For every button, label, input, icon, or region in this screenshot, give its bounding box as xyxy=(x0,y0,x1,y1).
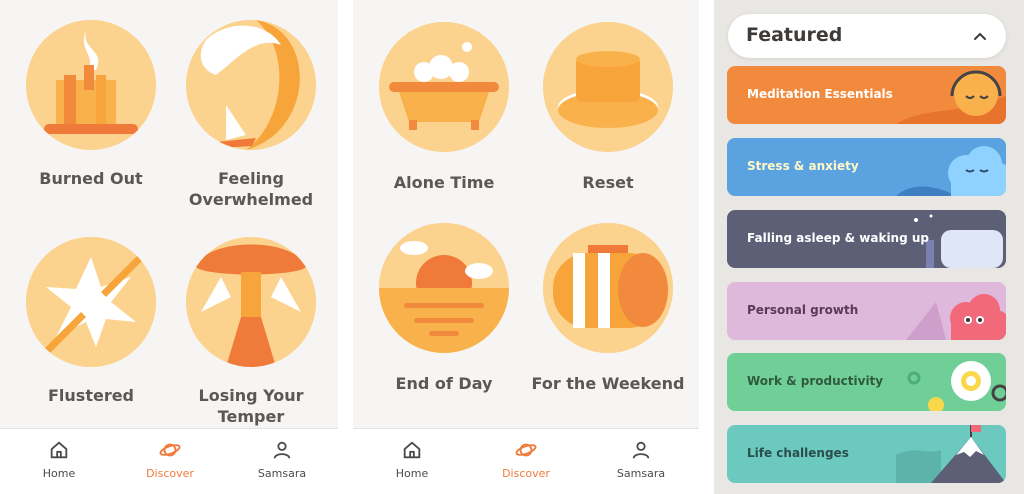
nav-discover[interactable]: Discover xyxy=(481,439,571,480)
nav-profile-label: Samsara xyxy=(257,467,307,480)
category-stress-anxiety[interactable]: Stress & anxiety xyxy=(727,138,1006,196)
featured-title: Featured xyxy=(746,24,843,46)
flustered-illustration xyxy=(26,237,156,367)
tile-label: Reset xyxy=(582,173,634,192)
gear-icon xyxy=(907,361,1006,411)
category-label: Personal growth xyxy=(747,303,859,317)
category-falling-asleep[interactable]: Falling asleep & waking up xyxy=(727,210,1006,268)
planet-icon xyxy=(515,443,537,457)
nav-profile-label: Samsara xyxy=(616,467,666,480)
featured-header[interactable]: Featured xyxy=(728,14,1006,58)
home-icon xyxy=(403,441,421,459)
for-the-weekend-illustration xyxy=(543,223,673,353)
category-personal-growth[interactable]: Personal growth xyxy=(727,282,1006,340)
nav-discover-label: Discover xyxy=(146,467,194,480)
discover-screen-b: Alone Time Reset End of Day For the Week… xyxy=(353,0,699,494)
bottom-nav: Home Discover Samsara xyxy=(0,428,338,494)
losing-your-temper-illustration xyxy=(186,237,316,367)
nav-home[interactable]: Home xyxy=(367,439,457,480)
headphones-face-icon xyxy=(896,70,1006,124)
nav-home-label: Home xyxy=(42,467,76,480)
category-label: Stress & anxiety xyxy=(747,159,859,173)
tile-label: Feeling Overwhelmed xyxy=(188,169,314,209)
pink-cloud-icon xyxy=(906,294,1006,340)
alone-time-illustration xyxy=(379,22,509,152)
category-life-challenges[interactable]: Life challenges xyxy=(727,425,1006,483)
nav-home[interactable]: Home xyxy=(14,439,104,480)
discover-screen-a: Burned Out Feeling Overwhelmed Flustered xyxy=(0,0,338,494)
chevron-up-icon[interactable] xyxy=(972,28,988,44)
feeling-overwhelmed-illustration xyxy=(186,20,316,150)
bottom-nav: Home Discover Samsara xyxy=(353,428,699,494)
burned-out-illustration xyxy=(26,20,156,150)
cloud-face-icon xyxy=(896,146,1006,196)
category-label: Work & productivity xyxy=(747,374,884,388)
tile-label: Alone Time xyxy=(393,173,495,192)
end-of-day-illustration xyxy=(379,223,509,353)
planet-icon xyxy=(159,443,181,457)
nav-profile[interactable]: Samsara xyxy=(237,439,327,480)
nav-discover[interactable]: Discover xyxy=(125,439,215,480)
tile-label: For the Weekend xyxy=(531,374,685,393)
tile-label: End of Day xyxy=(395,374,493,393)
category-label: Meditation Essentials xyxy=(747,87,893,101)
featured-screen: Featured Meditation Essentials Stress & … xyxy=(714,0,1024,494)
mountain-flag-icon xyxy=(896,425,1006,483)
tile-label: Flustered xyxy=(47,386,135,405)
tile-label: Burned Out xyxy=(39,169,143,188)
reset-illustration xyxy=(543,22,673,152)
category-label: Falling asleep & waking up xyxy=(747,231,930,245)
user-icon xyxy=(632,441,650,459)
nav-home-label: Home xyxy=(395,467,429,480)
tile-label: Losing Your Temper xyxy=(198,386,304,426)
category-meditation-essentials[interactable]: Meditation Essentials xyxy=(727,66,1006,124)
nav-profile[interactable]: Samsara xyxy=(596,439,686,480)
nav-discover-label: Discover xyxy=(502,467,550,480)
user-icon xyxy=(273,441,291,459)
home-icon xyxy=(50,441,68,459)
category-work-productivity[interactable]: Work & productivity xyxy=(727,353,1006,411)
category-label: Life challenges xyxy=(747,446,849,460)
